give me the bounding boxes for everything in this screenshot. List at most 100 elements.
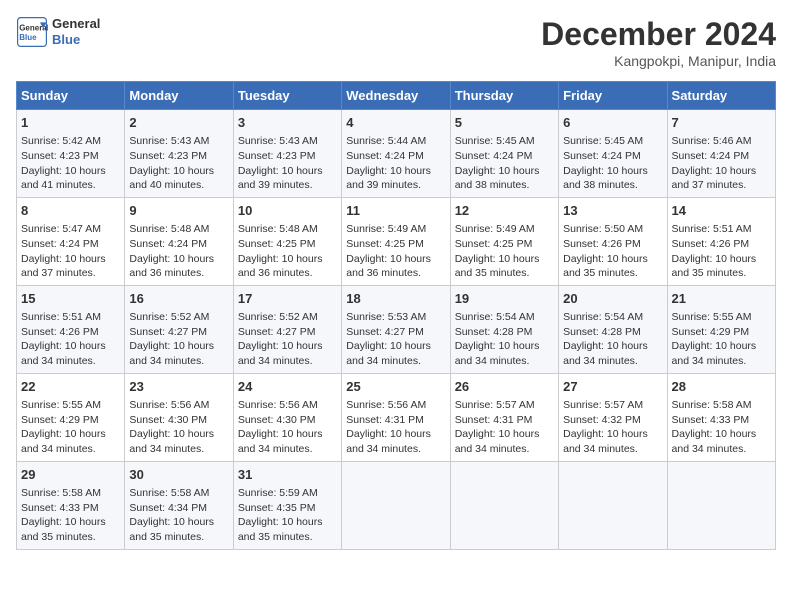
sunrise-text: Sunrise: 5:57 AM <box>455 399 535 411</box>
table-row: 13Sunrise: 5:50 AMSunset: 4:26 PMDayligh… <box>559 197 667 285</box>
sunset-text: Sunset: 4:29 PM <box>672 326 750 338</box>
sunset-text: Sunset: 4:23 PM <box>21 150 99 162</box>
logo-icon: General Blue <box>16 16 48 48</box>
sunset-text: Sunset: 4:26 PM <box>563 238 641 250</box>
calendar-row: 29Sunrise: 5:58 AMSunset: 4:33 PMDayligh… <box>17 461 776 549</box>
sunrise-text: Sunrise: 5:43 AM <box>129 135 209 147</box>
daylight-text: Daylight: 10 hours and 34 minutes. <box>455 340 540 367</box>
daylight-text: Daylight: 10 hours and 34 minutes. <box>455 428 540 455</box>
sunrise-text: Sunrise: 5:52 AM <box>238 311 318 323</box>
table-row: 1Sunrise: 5:42 AMSunset: 4:23 PMDaylight… <box>17 110 125 198</box>
daylight-text: Daylight: 10 hours and 39 minutes. <box>238 165 323 192</box>
sunrise-text: Sunrise: 5:56 AM <box>346 399 426 411</box>
day-number: 30 <box>129 466 228 484</box>
day-number: 4 <box>346 114 445 132</box>
daylight-text: Daylight: 10 hours and 34 minutes. <box>129 340 214 367</box>
daylight-text: Daylight: 10 hours and 35 minutes. <box>455 253 540 280</box>
daylight-text: Daylight: 10 hours and 39 minutes. <box>346 165 431 192</box>
daylight-text: Daylight: 10 hours and 36 minutes. <box>346 253 431 280</box>
table-row <box>342 461 450 549</box>
sunrise-text: Sunrise: 5:52 AM <box>129 311 209 323</box>
sunset-text: Sunset: 4:23 PM <box>129 150 207 162</box>
calendar-row: 15Sunrise: 5:51 AMSunset: 4:26 PMDayligh… <box>17 285 776 373</box>
sunset-text: Sunset: 4:33 PM <box>21 502 99 514</box>
table-row: 25Sunrise: 5:56 AMSunset: 4:31 PMDayligh… <box>342 373 450 461</box>
day-number: 3 <box>238 114 337 132</box>
daylight-text: Daylight: 10 hours and 34 minutes. <box>563 340 648 367</box>
day-number: 10 <box>238 202 337 220</box>
table-row: 11Sunrise: 5:49 AMSunset: 4:25 PMDayligh… <box>342 197 450 285</box>
sunrise-text: Sunrise: 5:55 AM <box>21 399 101 411</box>
sunset-text: Sunset: 4:27 PM <box>346 326 424 338</box>
day-number: 7 <box>672 114 771 132</box>
sunset-text: Sunset: 4:25 PM <box>238 238 316 250</box>
sunrise-text: Sunrise: 5:49 AM <box>455 223 535 235</box>
sunset-text: Sunset: 4:30 PM <box>129 414 207 426</box>
calendar-table: Sunday Monday Tuesday Wednesday Thursday… <box>16 81 776 550</box>
sunset-text: Sunset: 4:24 PM <box>346 150 424 162</box>
daylight-text: Daylight: 10 hours and 38 minutes. <box>563 165 648 192</box>
day-number: 20 <box>563 290 662 308</box>
table-row <box>559 461 667 549</box>
sunrise-text: Sunrise: 5:59 AM <box>238 487 318 499</box>
day-number: 21 <box>672 290 771 308</box>
day-number: 12 <box>455 202 554 220</box>
sunset-text: Sunset: 4:33 PM <box>672 414 750 426</box>
daylight-text: Daylight: 10 hours and 35 minutes. <box>563 253 648 280</box>
sunrise-text: Sunrise: 5:42 AM <box>21 135 101 147</box>
sunset-text: Sunset: 4:35 PM <box>238 502 316 514</box>
sunrise-text: Sunrise: 5:58 AM <box>129 487 209 499</box>
daylight-text: Daylight: 10 hours and 40 minutes. <box>129 165 214 192</box>
sunset-text: Sunset: 4:27 PM <box>129 326 207 338</box>
day-number: 5 <box>455 114 554 132</box>
sunrise-text: Sunrise: 5:48 AM <box>238 223 318 235</box>
sunset-text: Sunset: 4:23 PM <box>238 150 316 162</box>
table-row: 18Sunrise: 5:53 AMSunset: 4:27 PMDayligh… <box>342 285 450 373</box>
daylight-text: Daylight: 10 hours and 36 minutes. <box>238 253 323 280</box>
sunset-text: Sunset: 4:32 PM <box>563 414 641 426</box>
table-row: 16Sunrise: 5:52 AMSunset: 4:27 PMDayligh… <box>125 285 233 373</box>
sunrise-text: Sunrise: 5:43 AM <box>238 135 318 147</box>
sunset-text: Sunset: 4:29 PM <box>21 414 99 426</box>
table-row: 4 Sunrise: 5:44 AM Sunset: 4:24 PM Daylight… <box>342 110 450 198</box>
daylight-text: Daylight: 10 hours and 34 minutes. <box>563 428 648 455</box>
sunset-text: Sunset: 4:24 PM <box>21 238 99 250</box>
sunrise-text: Sunrise: 5:45 AM <box>563 135 643 147</box>
sunrise-text: Sunrise: 5:51 AM <box>21 311 101 323</box>
location: Kangpokpi, Manipur, India <box>541 53 776 69</box>
table-row <box>667 461 775 549</box>
sunset-text: Sunset: 4:24 PM <box>672 150 750 162</box>
col-saturday: Saturday <box>667 82 775 110</box>
sunrise-text: Sunrise: 5:56 AM <box>238 399 318 411</box>
table-row: 14Sunrise: 5:51 AMSunset: 4:26 PMDayligh… <box>667 197 775 285</box>
sunrise-text: Sunrise: 5:44 AM <box>346 135 426 147</box>
daylight-text: Daylight: 10 hours and 35 minutes. <box>672 253 757 280</box>
sunset-text: Sunset: 4:24 PM <box>129 238 207 250</box>
sunrise-text: Sunrise: 5:45 AM <box>455 135 535 147</box>
daylight-text: Daylight: 10 hours and 35 minutes. <box>129 516 214 543</box>
sunset-text: Sunset: 4:25 PM <box>346 238 424 250</box>
calendar-row: 22Sunrise: 5:55 AMSunset: 4:29 PMDayligh… <box>17 373 776 461</box>
sunset-text: Sunset: 4:30 PM <box>238 414 316 426</box>
day-number: 19 <box>455 290 554 308</box>
day-number: 27 <box>563 378 662 396</box>
logo: General Blue General Blue <box>16 16 100 48</box>
table-row: 12Sunrise: 5:49 AMSunset: 4:25 PMDayligh… <box>450 197 558 285</box>
svg-text:Blue: Blue <box>19 33 37 42</box>
table-row: 26Sunrise: 5:57 AMSunset: 4:31 PMDayligh… <box>450 373 558 461</box>
daylight-text: Daylight: 10 hours and 38 minutes. <box>455 165 540 192</box>
sunrise-text: Sunrise: 5:47 AM <box>21 223 101 235</box>
daylight-text: Daylight: 10 hours and 34 minutes. <box>672 428 757 455</box>
table-row <box>450 461 558 549</box>
table-row: 22Sunrise: 5:55 AMSunset: 4:29 PMDayligh… <box>17 373 125 461</box>
sunrise-text: Sunrise: 5:55 AM <box>672 311 752 323</box>
table-row: 21Sunrise: 5:55 AMSunset: 4:29 PMDayligh… <box>667 285 775 373</box>
logo-text: General Blue <box>52 16 100 47</box>
daylight-text: Daylight: 10 hours and 35 minutes. <box>238 516 323 543</box>
table-row: 2Sunrise: 5:43 AMSunset: 4:23 PMDaylight… <box>125 110 233 198</box>
sunset-text: Sunset: 4:31 PM <box>455 414 533 426</box>
table-row: 29Sunrise: 5:58 AMSunset: 4:33 PMDayligh… <box>17 461 125 549</box>
sunset-text: Sunset: 4:28 PM <box>563 326 641 338</box>
day-number: 28 <box>672 378 771 396</box>
col-sunday: Sunday <box>17 82 125 110</box>
